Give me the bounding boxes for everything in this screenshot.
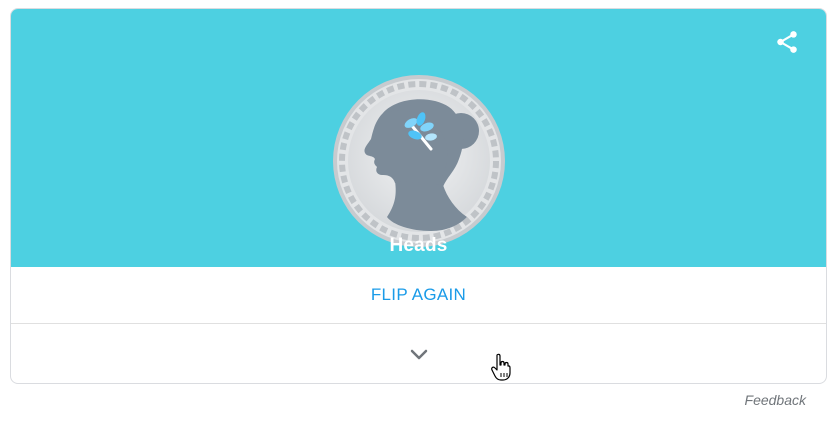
share-button[interactable] — [772, 27, 802, 57]
feedback-link[interactable]: Feedback — [745, 392, 806, 408]
hand-pointer-icon — [491, 353, 511, 381]
flip-again-button[interactable]: FLIP AGAIN — [11, 267, 826, 324]
chevron-down-icon — [410, 349, 427, 359]
coin-heads-icon — [332, 75, 505, 247]
coin-result-label: Heads — [389, 235, 448, 256]
coin-flip-card: Heads FLIP AGAIN — [10, 8, 827, 384]
coin[interactable] — [331, 73, 507, 249]
expand-button[interactable] — [11, 324, 826, 383]
share-icon — [777, 31, 797, 53]
coin-flip-hero: Heads — [11, 9, 826, 267]
